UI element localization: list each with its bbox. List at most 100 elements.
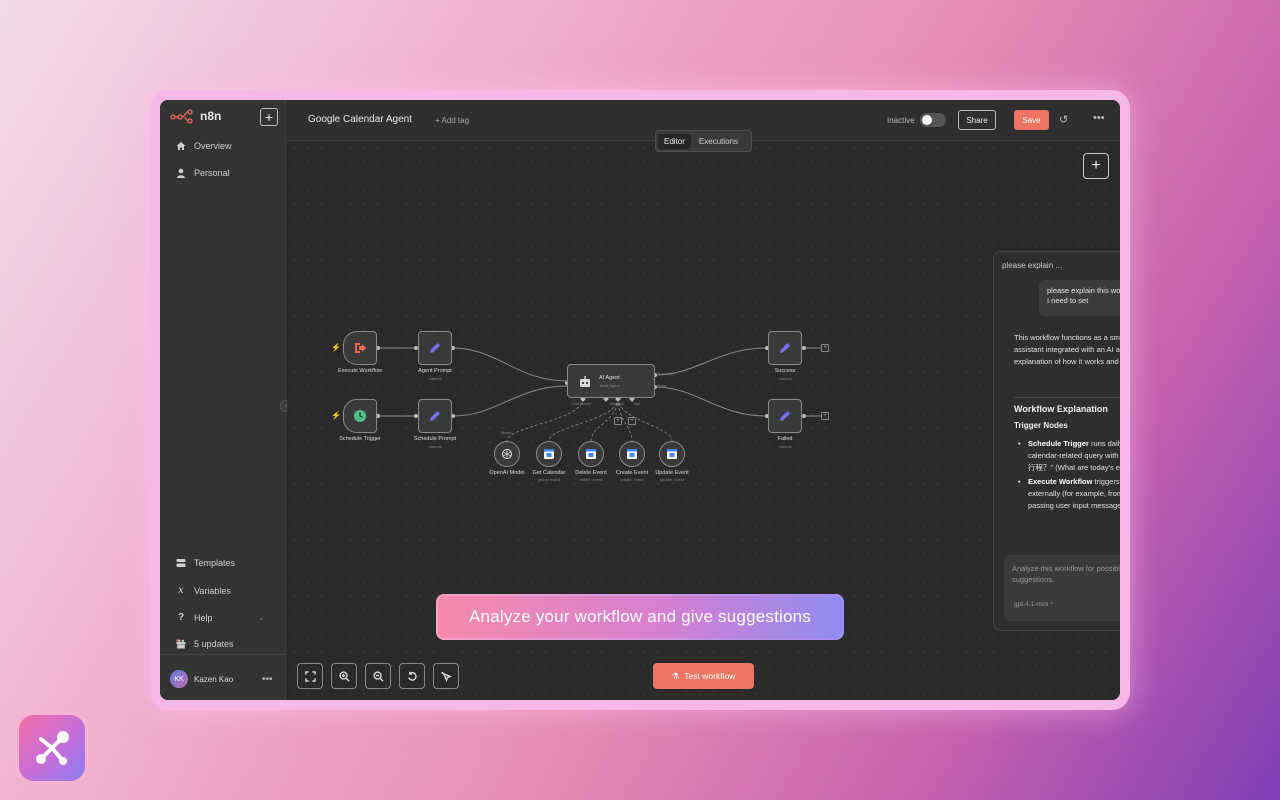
node-sub: manual — [778, 444, 792, 449]
gift-icon — [176, 639, 186, 649]
pencil-icon — [780, 411, 790, 421]
sidebar-item-label: Overview — [194, 141, 232, 151]
reset-zoom-button[interactable] — [399, 663, 425, 689]
sidebar-item-templates[interactable]: Templates — [176, 558, 235, 568]
templates-icon — [176, 559, 186, 567]
undo-icon — [407, 671, 417, 681]
avatar: KK — [170, 670, 188, 688]
node-ai-agent[interactable]: AI Agent Tools Agent — [567, 364, 655, 398]
sidebar: n8n + Overview Personal Templates x Vari… — [160, 100, 286, 700]
node-failed[interactable] — [768, 399, 802, 433]
history-icon[interactable]: ↺ — [1059, 113, 1068, 126]
node-sub: Tools Agent — [599, 383, 620, 388]
zoom-out-button[interactable] — [365, 663, 391, 689]
chat-composer[interactable]: Analyze this workflow for possible impro… — [1004, 555, 1120, 621]
toggle-knob — [922, 115, 932, 125]
fit-view-icon — [304, 670, 316, 682]
user-more-icon[interactable]: ••• — [262, 674, 273, 685]
node-label: Update Event — [655, 470, 689, 476]
logo[interactable]: n8n — [170, 108, 221, 124]
save-button[interactable]: Save — [1014, 110, 1049, 130]
add-node-plus[interactable]: + — [821, 344, 829, 352]
node-label: Failed — [777, 436, 793, 442]
node-schedule-trigger[interactable] — [343, 399, 377, 433]
reply-heading: Workflow Explanation — [1014, 404, 1108, 414]
model-select[interactable]: gpt-4.1-mini ^ — [1014, 601, 1053, 608]
robot-icon — [580, 376, 590, 387]
sidebar-item-label: Templates — [194, 558, 236, 568]
help-icon: ? — [177, 612, 185, 623]
more-options-icon[interactable]: ••• — [1093, 112, 1105, 124]
node-delete-event[interactable] — [578, 441, 604, 467]
list-item: Execute Workflow triggers when the workf… — [1016, 476, 1120, 512]
port-label: Success — [658, 372, 673, 376]
port-label: Chat Model* — [571, 402, 592, 406]
sidebar-item-variables[interactable]: x Variables — [176, 585, 231, 596]
sidebar-item-updates[interactable]: 5 updates — [176, 639, 234, 649]
app-icon — [16, 712, 88, 784]
sidebar-item-label: Personal — [194, 168, 230, 178]
zoom-in-button[interactable] — [331, 663, 357, 689]
node-create-event[interactable] — [619, 441, 645, 467]
node-update-event[interactable] — [659, 441, 685, 467]
node-label: Success — [774, 368, 796, 374]
google-calendar-icon — [627, 449, 637, 459]
test-workflow-label: Test workflow — [684, 671, 736, 681]
sidebar-item-overview[interactable]: Overview — [176, 141, 232, 151]
user-menu[interactable]: KK Kazen Kao — [170, 670, 233, 688]
node-execute-workflow[interactable] — [343, 331, 377, 365]
add-memory-button[interactable]: + — [614, 417, 622, 425]
node-label: Schedule Prompt — [413, 436, 457, 442]
canvas-toolbar — [297, 663, 459, 689]
node-label: Schedule Trigger — [339, 436, 381, 442]
fit-view-button[interactable] — [297, 663, 323, 689]
add-tool-button[interactable]: + — [628, 417, 636, 425]
zoom-in-icon — [338, 670, 350, 682]
sidebar-item-label: Help — [194, 612, 213, 623]
test-workflow-button[interactable]: ⚗ Test workflow — [653, 663, 754, 689]
sidebar-item-help[interactable]: ? Help ⌄ — [176, 612, 264, 623]
active-toggle[interactable] — [920, 113, 946, 127]
new-button[interactable]: + — [260, 108, 278, 126]
node-schedule-prompt[interactable] — [418, 399, 452, 433]
workflow-title[interactable]: Google Calendar Agent — [308, 114, 412, 125]
execute-workflow-icon — [355, 343, 366, 353]
cursor-sparkle-icon — [440, 671, 452, 682]
status-label: Inactive — [887, 116, 915, 125]
node-label: Agent Prompt — [418, 368, 452, 374]
trigger-bolt-icon: ⚡ — [331, 411, 341, 420]
node-agent-prompt[interactable] — [418, 331, 452, 365]
node-sub: update: event — [659, 477, 685, 482]
pencil-icon — [430, 411, 440, 421]
sidebar-divider — [160, 654, 286, 655]
pencil-icon — [780, 343, 790, 353]
chat-input[interactable]: Analyze this workflow for possible impro… — [1012, 563, 1120, 586]
node-success[interactable] — [768, 331, 802, 365]
port-label: Memory — [610, 402, 624, 406]
add-tag-link[interactable]: + Add tag — [435, 116, 469, 125]
google-calendar-icon — [544, 449, 554, 459]
variables-icon: x — [178, 585, 184, 596]
tab-executions[interactable]: Executions — [693, 134, 744, 149]
tab-editor[interactable]: Editor — [658, 133, 691, 149]
workflow-app-icon — [19, 715, 85, 781]
sidebar-item-personal[interactable]: Personal — [176, 168, 230, 178]
google-calendar-icon — [586, 449, 596, 459]
sidebar-item-label: 5 updates — [194, 639, 234, 649]
n8n-logo-icon — [170, 109, 193, 124]
user-name: Kazen Kao — [194, 674, 234, 684]
node-sub: manual — [428, 376, 442, 381]
home-icon — [176, 142, 186, 150]
tidy-up-button[interactable] — [433, 663, 459, 689]
node-openai-model[interactable] — [494, 441, 520, 467]
node-get-calendar[interactable] — [536, 441, 562, 467]
add-node-plus[interactable]: + — [821, 412, 829, 420]
port-label: Model — [501, 431, 512, 435]
flask-icon: ⚗ — [671, 670, 680, 681]
share-button[interactable]: Share — [958, 110, 996, 130]
reply-bullets: Schedule Trigger runs daily at 8:00 AM a… — [1016, 438, 1120, 514]
zoom-out-icon — [372, 670, 384, 682]
node-label: Execute Workflow — [338, 368, 382, 374]
port-label: Error — [658, 384, 667, 388]
user-message: please explain this workflow, how it wor… — [1039, 280, 1120, 316]
